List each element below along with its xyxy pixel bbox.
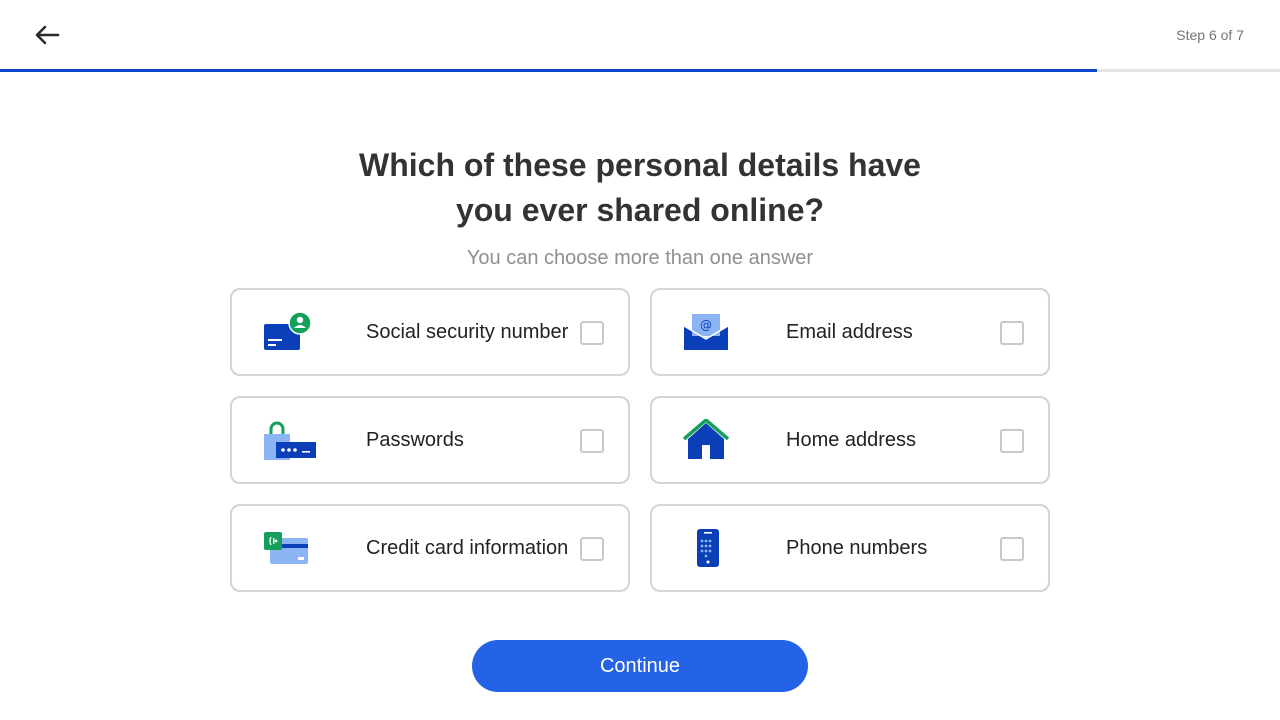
option-checkbox[interactable] xyxy=(580,429,604,453)
password-lock-icon xyxy=(262,418,316,462)
question-title-line-2: you ever shared online? xyxy=(455,192,825,228)
option-home-address[interactable]: Home address xyxy=(650,396,1050,484)
option-checkbox[interactable] xyxy=(1000,429,1024,453)
option-phone-numbers[interactable]: Phone numbers xyxy=(650,504,1050,592)
option-checkbox[interactable] xyxy=(580,321,604,345)
question-title-line-1: Which of these personal details have xyxy=(359,147,921,183)
option-social-security-number[interactable]: Social security number xyxy=(230,288,630,376)
options-grid: Social security number @ Email address P… xyxy=(230,288,1050,592)
arrow-left-icon xyxy=(35,25,60,45)
credit-card-icon xyxy=(262,526,316,570)
progress-fill xyxy=(0,69,1097,72)
option-label: Passwords xyxy=(366,428,464,451)
back-button[interactable] xyxy=(30,20,64,50)
envelope-icon: @ xyxy=(682,310,736,354)
option-credit-card-information[interactable]: Credit card information xyxy=(230,504,630,592)
phone-icon xyxy=(682,526,736,570)
option-label: Email address xyxy=(786,320,913,343)
option-label: Credit card information xyxy=(366,536,569,559)
top-bar: Step 6 of 7 xyxy=(0,0,1280,70)
option-label: Home address xyxy=(786,428,917,451)
option-passwords[interactable]: Passwords xyxy=(230,396,630,484)
option-checkbox[interactable] xyxy=(1000,537,1024,561)
id-card-icon xyxy=(262,310,316,354)
continue-button[interactable]: Continue xyxy=(472,640,808,692)
option-email-address[interactable]: @ Email address xyxy=(650,288,1050,376)
option-checkbox[interactable] xyxy=(580,537,604,561)
step-indicator: Step 6 of 7 xyxy=(1176,27,1244,43)
svg-text:@: @ xyxy=(700,318,712,332)
option-label: Social security number xyxy=(366,320,569,343)
option-label: Phone numbers xyxy=(786,536,928,559)
option-checkbox[interactable] xyxy=(1000,321,1024,345)
question-title: Which of these personal details have you… xyxy=(0,143,1280,233)
house-icon xyxy=(682,418,736,462)
progress-bar xyxy=(0,69,1280,72)
question-subtitle: You can choose more than one answer xyxy=(466,247,814,269)
